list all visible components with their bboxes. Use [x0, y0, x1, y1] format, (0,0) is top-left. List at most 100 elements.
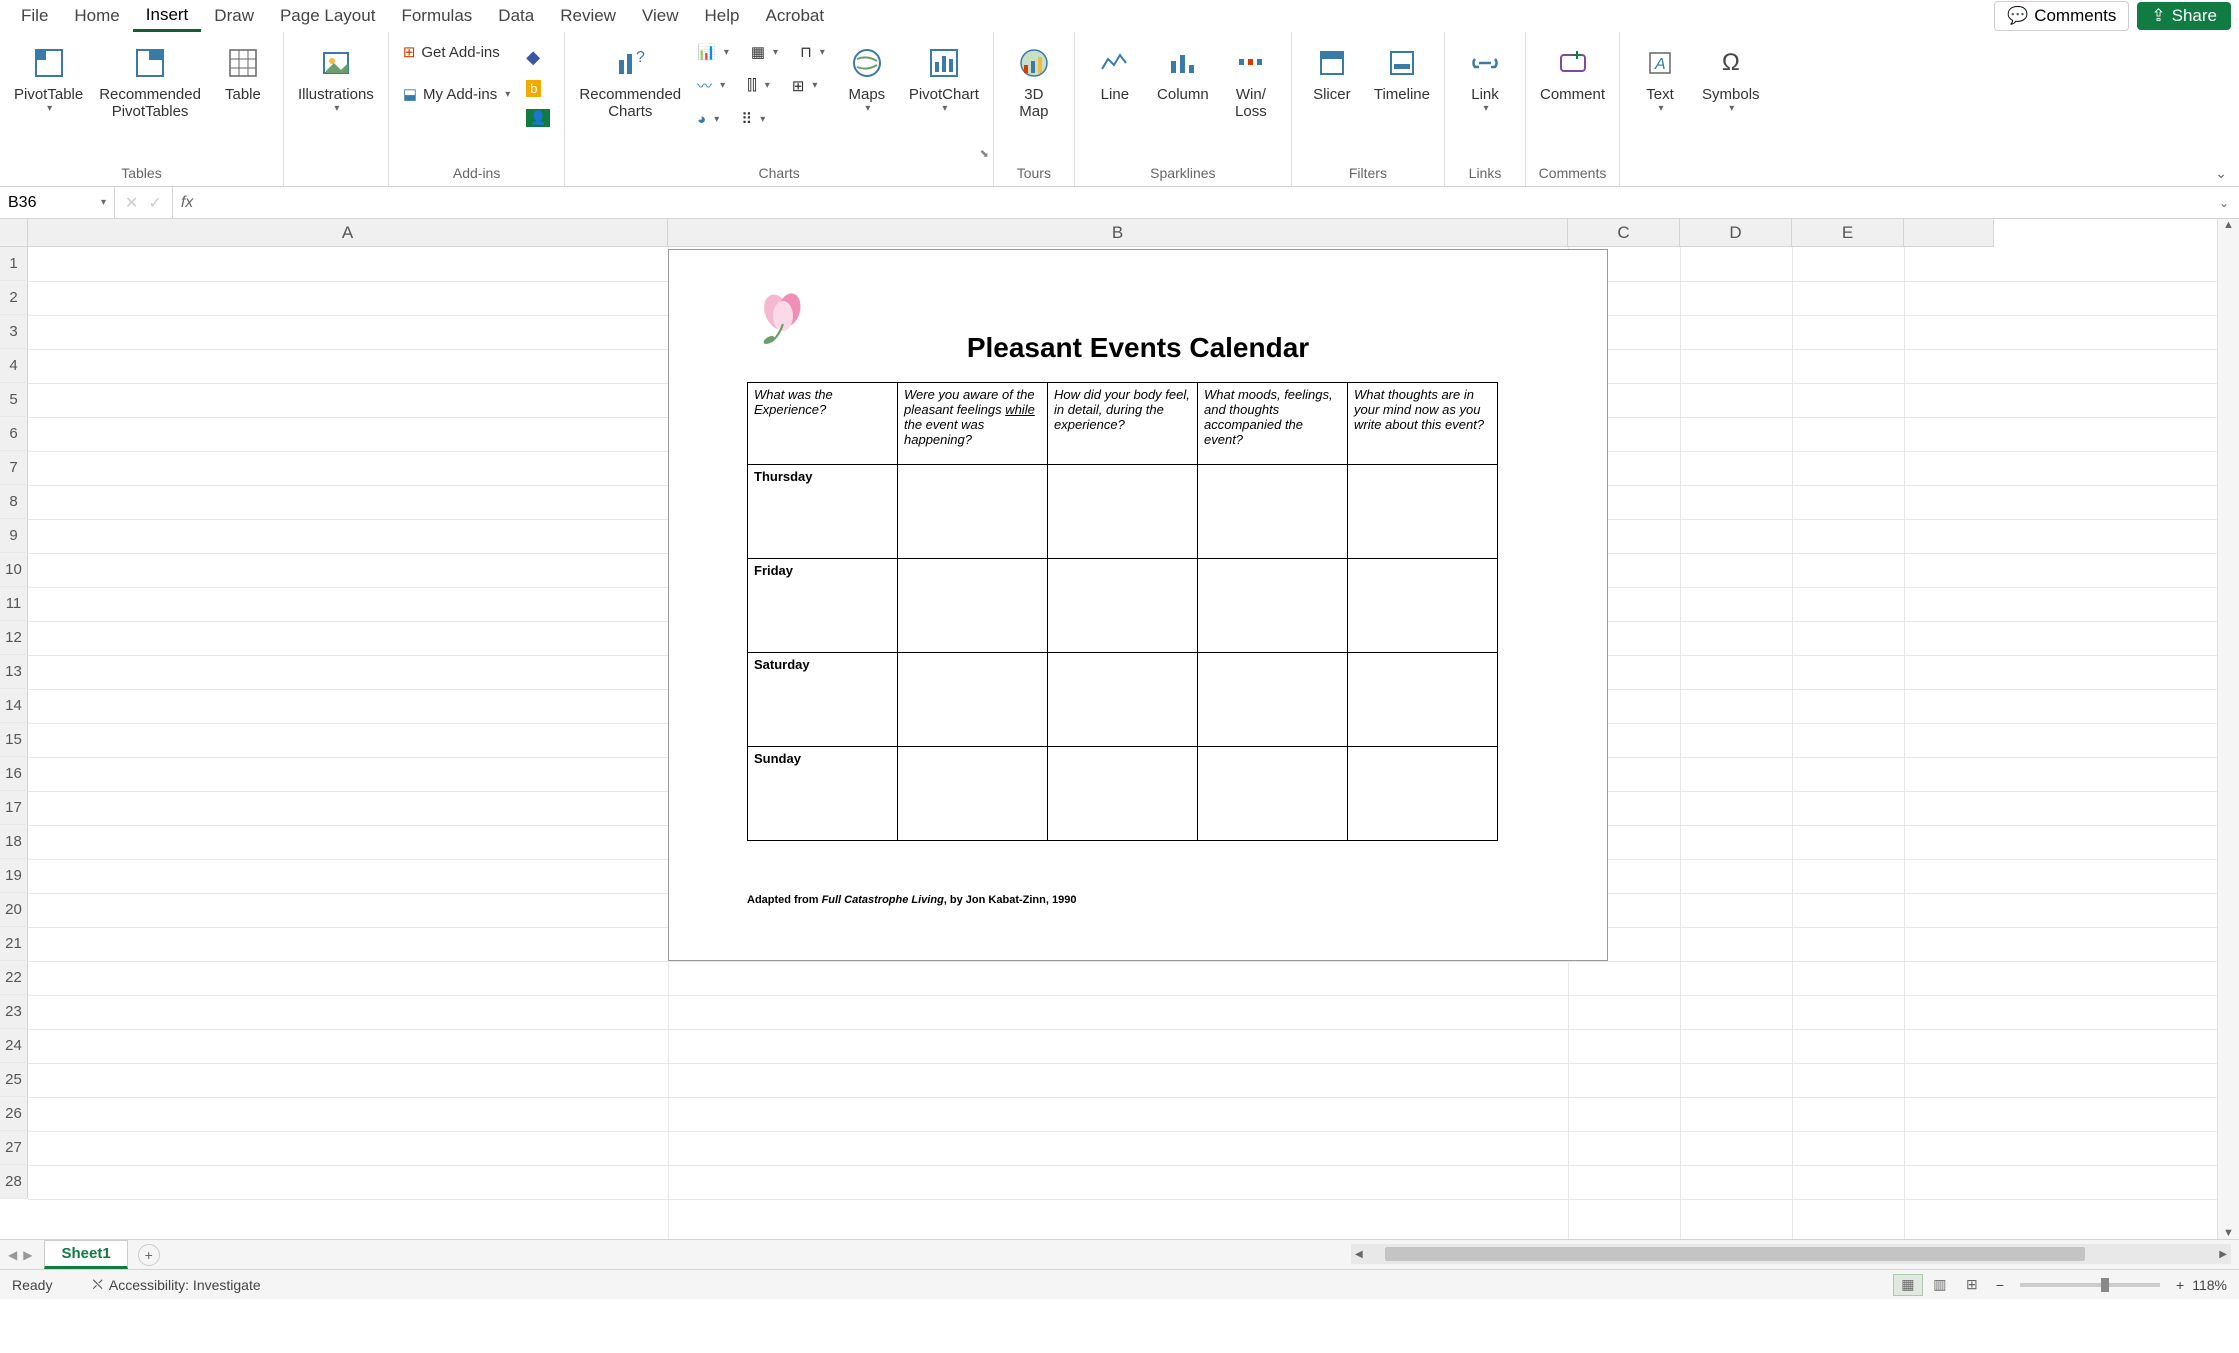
- row-header-8[interactable]: 8: [0, 485, 28, 519]
- menu-acrobat[interactable]: Acrobat: [752, 0, 837, 32]
- charts-dialog-launcher[interactable]: ⬊: [980, 147, 989, 160]
- col-header-f[interactable]: [1904, 219, 1994, 247]
- comments-button[interactable]: 💬 Comments: [1994, 1, 2129, 31]
- formula-input[interactable]: [201, 194, 2209, 212]
- zoom-slider-thumb[interactable]: [2101, 1278, 2109, 1292]
- row-header-1[interactable]: 1: [0, 247, 28, 281]
- col-header-c[interactable]: C: [1568, 219, 1680, 247]
- zoom-in-button[interactable]: +: [2176, 1277, 2184, 1293]
- row-header-11[interactable]: 11: [0, 587, 28, 621]
- combo-chart-button[interactable]: ⊞▾: [788, 72, 822, 99]
- sheet-nav-next[interactable]: ▶: [23, 1248, 32, 1262]
- illustrations-button[interactable]: Illustrations ▾: [294, 40, 378, 118]
- scroll-up-button[interactable]: ▲: [2218, 219, 2239, 231]
- hierarchy-chart-button[interactable]: ▦▾: [747, 40, 782, 64]
- sheet-tab-sheet1[interactable]: Sheet1: [44, 1240, 127, 1269]
- menu-help[interactable]: Help: [692, 0, 753, 32]
- row-header-18[interactable]: 18: [0, 825, 28, 859]
- row-header-9[interactable]: 9: [0, 519, 28, 553]
- view-page-layout-button[interactable]: ▥: [1925, 1274, 1955, 1296]
- embedded-document[interactable]: Pleasant Events Calendar What was the Ex…: [668, 249, 1608, 961]
- row-header-6[interactable]: 6: [0, 417, 28, 451]
- line-chart-button[interactable]: 〰▾: [693, 72, 729, 99]
- link-button[interactable]: Link ▾: [1455, 40, 1515, 118]
- sparkline-line-button[interactable]: Line: [1085, 40, 1145, 107]
- row-header-19[interactable]: 19: [0, 859, 28, 893]
- menu-draw[interactable]: Draw: [201, 0, 267, 32]
- row-header-28[interactable]: 28: [0, 1165, 28, 1199]
- menu-formulas[interactable]: Formulas: [388, 0, 485, 32]
- row-header-2[interactable]: 2: [0, 281, 28, 315]
- formula-bar-expand[interactable]: ⌄: [2209, 196, 2239, 210]
- row-header-26[interactable]: 26: [0, 1097, 28, 1131]
- sheet-nav-prev[interactable]: ◀: [8, 1248, 17, 1262]
- formula-enter-button[interactable]: ✓: [148, 193, 161, 213]
- get-addins-button[interactable]: ⊞ Get Add-ins: [399, 40, 514, 64]
- recommended-pivottables-button[interactable]: Recommended PivotTables: [95, 40, 205, 125]
- visio-addin-button[interactable]: ◆: [522, 44, 554, 71]
- cells-area[interactable]: Pleasant Events Calendar What was the Ex…: [28, 247, 2217, 1239]
- row-header-4[interactable]: 4: [0, 349, 28, 383]
- bing-addin-button[interactable]: b: [522, 77, 554, 100]
- menu-home[interactable]: Home: [61, 0, 132, 32]
- row-header-13[interactable]: 13: [0, 655, 28, 689]
- worksheet-grid[interactable]: A B C D E 123456789101112131415161718192…: [0, 219, 2239, 1239]
- slicer-button[interactable]: Slicer: [1302, 40, 1362, 107]
- zoom-slider[interactable]: [2020, 1283, 2160, 1287]
- comment-button[interactable]: Comment: [1536, 40, 1609, 107]
- scroll-down-button[interactable]: ▼: [2218, 1227, 2239, 1239]
- row-header-7[interactable]: 7: [0, 451, 28, 485]
- col-header-e[interactable]: E: [1792, 219, 1904, 247]
- row-header-23[interactable]: 23: [0, 995, 28, 1029]
- row-header-16[interactable]: 16: [0, 757, 28, 791]
- vertical-scrollbar[interactable]: ▲ ▼: [2217, 219, 2239, 1239]
- my-addins-button[interactable]: ⬓ My Add-ins ▾: [399, 82, 514, 106]
- row-header-22[interactable]: 22: [0, 961, 28, 995]
- menu-data[interactable]: Data: [485, 0, 547, 32]
- row-header-15[interactable]: 15: [0, 723, 28, 757]
- text-button[interactable]: A Text ▾: [1630, 40, 1690, 118]
- 3d-map-button[interactable]: 3D Map: [1004, 40, 1064, 125]
- row-header-3[interactable]: 3: [0, 315, 28, 349]
- maps-button[interactable]: Maps ▾: [837, 40, 897, 118]
- pivottable-button[interactable]: PivotTable ▾: [10, 40, 87, 118]
- row-header-24[interactable]: 24: [0, 1029, 28, 1063]
- view-page-break-button[interactable]: ⊞: [1957, 1274, 1987, 1296]
- table-button[interactable]: Table: [213, 40, 273, 107]
- row-header-5[interactable]: 5: [0, 383, 28, 417]
- scroll-right-button[interactable]: ▶: [2215, 1249, 2231, 1260]
- accessibility-status[interactable]: ⛌ Accessibility: Investigate: [92, 1276, 260, 1293]
- collapse-ribbon-button[interactable]: ⌄: [2215, 165, 2227, 182]
- share-button[interactable]: ⇪ Share: [2137, 2, 2231, 30]
- menu-file[interactable]: File: [8, 0, 61, 32]
- pie-chart-button[interactable]: ◕▾: [693, 107, 723, 131]
- scatter-chart-button[interactable]: ⠿▾: [737, 107, 769, 131]
- menu-page-layout[interactable]: Page Layout: [267, 0, 388, 32]
- row-header-21[interactable]: 21: [0, 927, 28, 961]
- row-header-20[interactable]: 20: [0, 893, 28, 927]
- col-header-a[interactable]: A: [28, 219, 668, 247]
- row-header-12[interactable]: 12: [0, 621, 28, 655]
- hscroll-thumb[interactable]: [1385, 1247, 2085, 1261]
- view-normal-button[interactable]: ▦: [1893, 1274, 1923, 1296]
- formula-cancel-button[interactable]: ✕: [125, 193, 138, 213]
- row-header-27[interactable]: 27: [0, 1131, 28, 1165]
- sparkline-winloss-button[interactable]: Win/ Loss: [1221, 40, 1281, 125]
- row-header-10[interactable]: 10: [0, 553, 28, 587]
- symbols-button[interactable]: Ω Symbols ▾: [1698, 40, 1764, 118]
- scroll-left-button[interactable]: ◀: [1351, 1249, 1367, 1260]
- col-header-b[interactable]: B: [668, 219, 1568, 247]
- name-box[interactable]: ▾: [0, 187, 115, 218]
- people-addin-button[interactable]: 👤: [522, 106, 554, 130]
- name-box-input[interactable]: [8, 194, 88, 212]
- menu-review[interactable]: Review: [547, 0, 629, 32]
- column-chart-button[interactable]: 📊▾: [693, 40, 733, 64]
- menu-insert[interactable]: Insert: [133, 0, 202, 32]
- select-all-corner[interactable]: [0, 219, 28, 247]
- zoom-out-button[interactable]: −: [1996, 1277, 2004, 1293]
- pivotchart-button[interactable]: PivotChart ▾: [905, 40, 983, 118]
- horizontal-scrollbar[interactable]: ◀ ▶: [1351, 1244, 2231, 1264]
- zoom-level[interactable]: 118%: [2192, 1277, 2227, 1293]
- add-sheet-button[interactable]: +: [138, 1244, 160, 1266]
- row-header-17[interactable]: 17: [0, 791, 28, 825]
